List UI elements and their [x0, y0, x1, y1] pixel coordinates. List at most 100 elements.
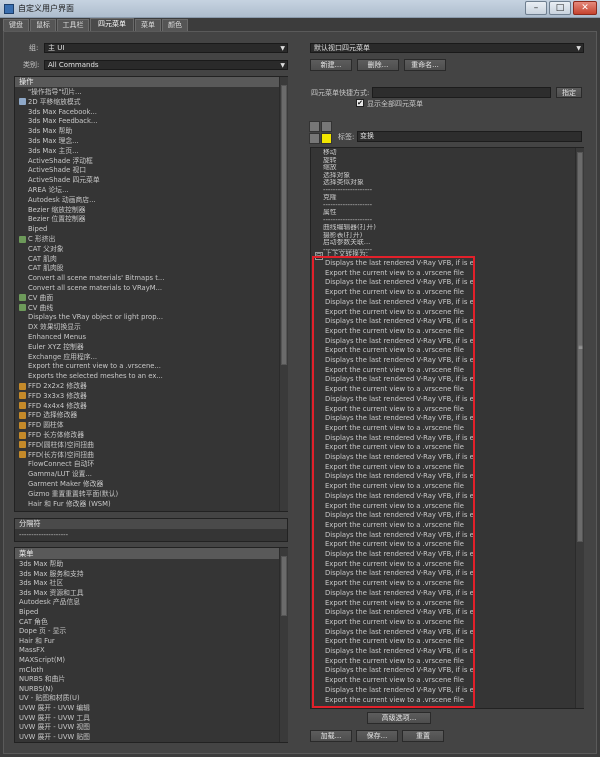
menu-item[interactable]: UVW 展开 - UVW 编辑 [19, 704, 277, 714]
action-item[interactable]: FFD 3x3x3 修改器 [19, 392, 277, 402]
menu-item[interactable]: MassFX [19, 646, 277, 656]
vray-item[interactable]: Export the current view to a .vrscene fi… [325, 696, 473, 706]
vray-item[interactable]: Displays the last rendered V-Ray VFB, if… [325, 337, 473, 347]
vray-item[interactable]: Export the current view to a .vrscene fi… [325, 599, 473, 609]
menu-item[interactable]: UVW 展开 - UVW 工具 [19, 714, 277, 724]
action-item[interactable]: FFD 选择修改器 [19, 411, 277, 421]
quad-item[interactable]: 克隆 [323, 194, 573, 202]
action-item[interactable]: 3ds Max Facebook... [19, 108, 277, 118]
vray-item[interactable]: Displays the last rendered V-Ray VFB, if… [325, 628, 473, 638]
quad-bottom-right[interactable] [321, 133, 332, 144]
quad-item[interactable]: 旋转 [323, 157, 573, 165]
actions-scroll-thumb[interactable] [281, 85, 287, 365]
vray-item[interactable]: Export the current view to a .vrscene fi… [325, 676, 473, 686]
quad-top-left[interactable] [309, 121, 320, 132]
vray-item[interactable]: Displays the last rendered V-Ray VFB, if… [325, 375, 473, 385]
action-item[interactable]: Convert all scene materials' Bitmaps t..… [19, 274, 277, 284]
quad-item[interactable]: -------------------- [323, 202, 573, 210]
menu-item[interactable]: UV - 贴图和材质(U) [19, 694, 277, 704]
action-item[interactable]: Garment Maker 修改器 [19, 480, 277, 490]
menu-item[interactable]: MAXScript(M) [19, 656, 277, 666]
vray-item[interactable]: Export the current view to a .vrscene fi… [325, 424, 473, 434]
action-item[interactable]: CV 曲面 [19, 294, 277, 304]
tab-toolbars[interactable]: 工具栏 [57, 19, 89, 31]
actions-scrollbar[interactable] [279, 77, 288, 511]
maximize-button[interactable]: □ [549, 1, 571, 15]
vray-item[interactable]: Displays the last rendered V-Ray VFB, if… [325, 434, 473, 444]
vray-item[interactable]: Displays the last rendered V-Ray VFB, if… [325, 259, 473, 269]
menu-item[interactable]: 3ds Max 社区 [19, 579, 277, 589]
action-item[interactable]: Bezier 位置控制器 [19, 215, 277, 225]
vray-item[interactable]: Displays the last rendered V-Ray VFB, if… [325, 531, 473, 541]
quad-bottom-left[interactable] [309, 133, 320, 144]
quad-item[interactable]: 摄影表(打开) [323, 232, 573, 240]
action-item[interactable]: Enhanced Menus [19, 333, 277, 343]
vray-item[interactable]: Displays the last rendered V-Ray VFB, if… [325, 608, 473, 618]
menu-item[interactable]: Dope 页 - 显示 [19, 627, 277, 637]
menus-list[interactable]: 菜单 3ds Max 帮助 3ds Max 服务和支持 3ds Max 社区 3ds … [14, 547, 288, 743]
vray-item[interactable]: Displays the last rendered V-Ray VFB, if… [325, 666, 473, 676]
action-item[interactable]: Exports the selected meshes to an ex... [19, 372, 277, 382]
shortcut-input[interactable] [372, 87, 551, 98]
menu-item[interactable]: Autodesk 产品信息 [19, 598, 277, 608]
separator-list[interactable]: 分隔符 -------------------- [14, 518, 288, 542]
vray-item[interactable]: Export the current view to a .vrscene fi… [325, 366, 473, 376]
action-item[interactable]: 2D 平移缩放模式 [19, 98, 277, 108]
action-item[interactable]: CAT 父对象 [19, 245, 277, 255]
action-item[interactable]: Convert all scene materials to VRayM... [19, 284, 277, 294]
quad-item[interactable]: 缩放 [323, 164, 573, 172]
action-item[interactable]: ActiveShade 四元菜单 [19, 176, 277, 186]
tab-mouse[interactable]: 鼠标 [30, 19, 56, 31]
action-item[interactable]: FFD(圆柱体)空间扭曲 [19, 441, 277, 451]
quad-item[interactable]: 曲线编辑器(打开) [323, 224, 573, 232]
vray-item[interactable]: Export the current view to a .vrscene fi… [325, 482, 473, 492]
action-item[interactable]: Hair 和 Fur 修改器 (WSM) [19, 500, 277, 510]
action-item[interactable]: Export the current view to a .vrscene... [19, 362, 277, 372]
action-item[interactable]: Exchange 应用程序... [19, 353, 277, 363]
action-item[interactable]: 3ds Max 理念... [19, 137, 277, 147]
action-item[interactable]: FFD(长方体)空间扭曲 [19, 451, 277, 461]
quad-item[interactable]: 属性 [323, 209, 573, 217]
action-item[interactable]: FFD 4x4x4 修改器 [19, 402, 277, 412]
quad-item[interactable]: 移动 [323, 149, 573, 157]
vray-item[interactable]: Export the current view to a .vrscene fi… [325, 288, 473, 298]
action-item[interactable]: Bezier 缩放控制器 [19, 206, 277, 216]
action-item[interactable]: Gizmo 重置重置转平面(默认) [19, 490, 277, 500]
vray-item[interactable]: Export the current view to a .vrscene fi… [325, 405, 473, 415]
vray-item[interactable]: Export the current view to a .vrscene fi… [325, 327, 473, 337]
menus-scrollbar[interactable] [279, 548, 288, 742]
action-item[interactable]: Gamma/LUT 设置... [19, 470, 277, 480]
separator-item[interactable]: -------------------- [19, 531, 279, 541]
vray-item[interactable]: Export the current view to a .vrscene fi… [325, 560, 473, 570]
vray-item[interactable]: Export the current view to a .vrscene fi… [325, 269, 473, 279]
action-item[interactable]: CAT 肌肉 [19, 255, 277, 265]
menu-item[interactable]: UVW 展开 - UVW 视图 [19, 723, 277, 733]
vray-item[interactable]: Export the current view to a .vrscene fi… [325, 385, 473, 395]
action-item[interactable]: Biped [19, 225, 277, 235]
vray-item[interactable]: Displays the last rendered V-Ray VFB, if… [325, 686, 473, 696]
new-quad-button[interactable]: 新建... [310, 59, 352, 71]
vray-item[interactable]: Export the current view to a .vrscene fi… [325, 443, 473, 453]
vray-item[interactable]: Displays the last rendered V-Ray VFB, if… [325, 511, 473, 521]
menu-item[interactable]: Biped [19, 608, 277, 618]
menu-item[interactable]: 3ds Max 资源和工具 [19, 589, 277, 599]
action-item[interactable]: FFD 2x2x2 修改器 [19, 382, 277, 392]
rename-quad-button[interactable]: 重命名... [404, 59, 446, 71]
action-item[interactable]: FlowConnect 自动环 [19, 460, 277, 470]
menu-item[interactable]: mCloth [19, 666, 277, 676]
quad-item[interactable]: -------------------- [323, 217, 573, 225]
tab-quads[interactable]: 四元菜单 [90, 18, 134, 31]
action-item[interactable]: DX 效果切换显示 [19, 323, 277, 333]
menu-item[interactable]: 3ds Max 帮助 [19, 560, 277, 570]
vray-item[interactable]: Displays the last rendered V-Ray VFB, if… [325, 550, 473, 560]
action-item[interactable]: Displays the VRay object or light prop..… [19, 313, 277, 323]
group-select[interactable]: 主 UI ▼ [44, 43, 288, 53]
vray-item[interactable]: Export the current view to a .vrscene fi… [325, 579, 473, 589]
vray-item[interactable]: Displays the last rendered V-Ray VFB, if… [325, 453, 473, 463]
category-select[interactable]: All Commands ▼ [44, 60, 288, 70]
vray-item[interactable]: Export the current view to a .vrscene fi… [325, 657, 473, 667]
actions-list[interactable]: 操作 "操作指导"切片... 2D 平移缩放模式 3ds Max Facebook.… [14, 76, 288, 512]
vray-item[interactable]: Displays the last rendered V-Ray VFB, if… [325, 414, 473, 424]
action-item[interactable]: Euler XYZ 控制器 [19, 343, 277, 353]
menu-item[interactable]: NURBS 和曲片 [19, 675, 277, 685]
